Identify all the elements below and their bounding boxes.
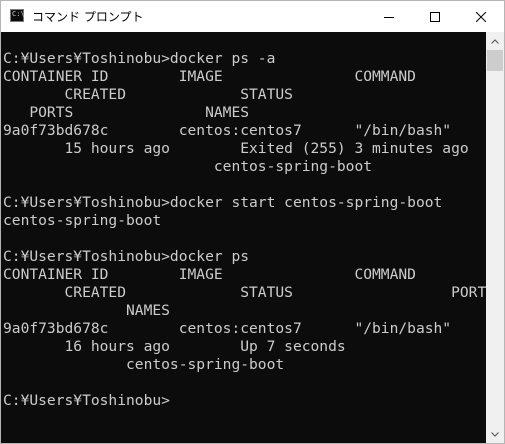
console-line: C:¥Users¥Toshinobu>docker ps [3, 248, 250, 265]
vertical-scrollbar[interactable] [486, 32, 504, 443]
window-title: コマンド プロンプト [32, 10, 144, 24]
console-prompt-line: C:¥Users¥Toshinobu> [3, 392, 170, 409]
command-prompt-window: C:\ コマンド プロンプト C:¥Users¥Toshinobu>docker… [0, 0, 505, 444]
chevron-up-icon [491, 38, 499, 44]
console-app-icon[interactable]: C:\ [10, 9, 25, 22]
console-app-icon-glyph: C:\ [12, 10, 25, 18]
title-bar[interactable]: C:\ コマンド プロンプト [1, 1, 504, 32]
minimize-button[interactable] [366, 1, 412, 32]
console-line: centos-spring-boot [3, 212, 162, 229]
scroll-up-button[interactable] [486, 32, 504, 50]
minimize-icon [384, 16, 394, 18]
maximize-icon [430, 11, 440, 22]
console-line: centos-spring-boot [3, 356, 285, 373]
console-line: CREATED STATUS PORTS [3, 284, 487, 301]
scroll-down-button[interactable] [486, 425, 504, 443]
console-line: C:¥Users¥Toshinobu>docker start centos-s… [3, 194, 443, 211]
console-line: 9a0f73bd678c centos:centos7 "/bin/bash" [3, 122, 452, 139]
chevron-down-icon [491, 431, 499, 437]
console-line: CONTAINER ID IMAGE COMMAND [3, 266, 416, 283]
scrollbar-thumb[interactable] [487, 50, 503, 71]
console-line: CREATED STATUS [3, 86, 293, 103]
console-line: PORTS NAMES [3, 104, 250, 121]
console-line: 16 hours ago Up 7 seconds [3, 338, 346, 355]
console-line: C:¥Users¥Toshinobu>docker ps -a [3, 50, 276, 67]
console-line: 15 hours ago Exited (255) 3 minutes ago [3, 140, 469, 157]
console-line: CONTAINER ID IMAGE COMMAND [3, 68, 416, 85]
console-line: 9a0f73bd678c centos:centos7 "/bin/bash" [3, 320, 452, 337]
close-icon [476, 11, 486, 22]
close-button[interactable] [458, 1, 504, 32]
console-line: NAMES [3, 302, 170, 319]
console-line: centos-spring-boot [3, 158, 373, 175]
maximize-button[interactable] [412, 1, 458, 32]
console-output[interactable]: C:¥Users¥Toshinobu>docker ps -a CONTAINE… [1, 32, 486, 443]
